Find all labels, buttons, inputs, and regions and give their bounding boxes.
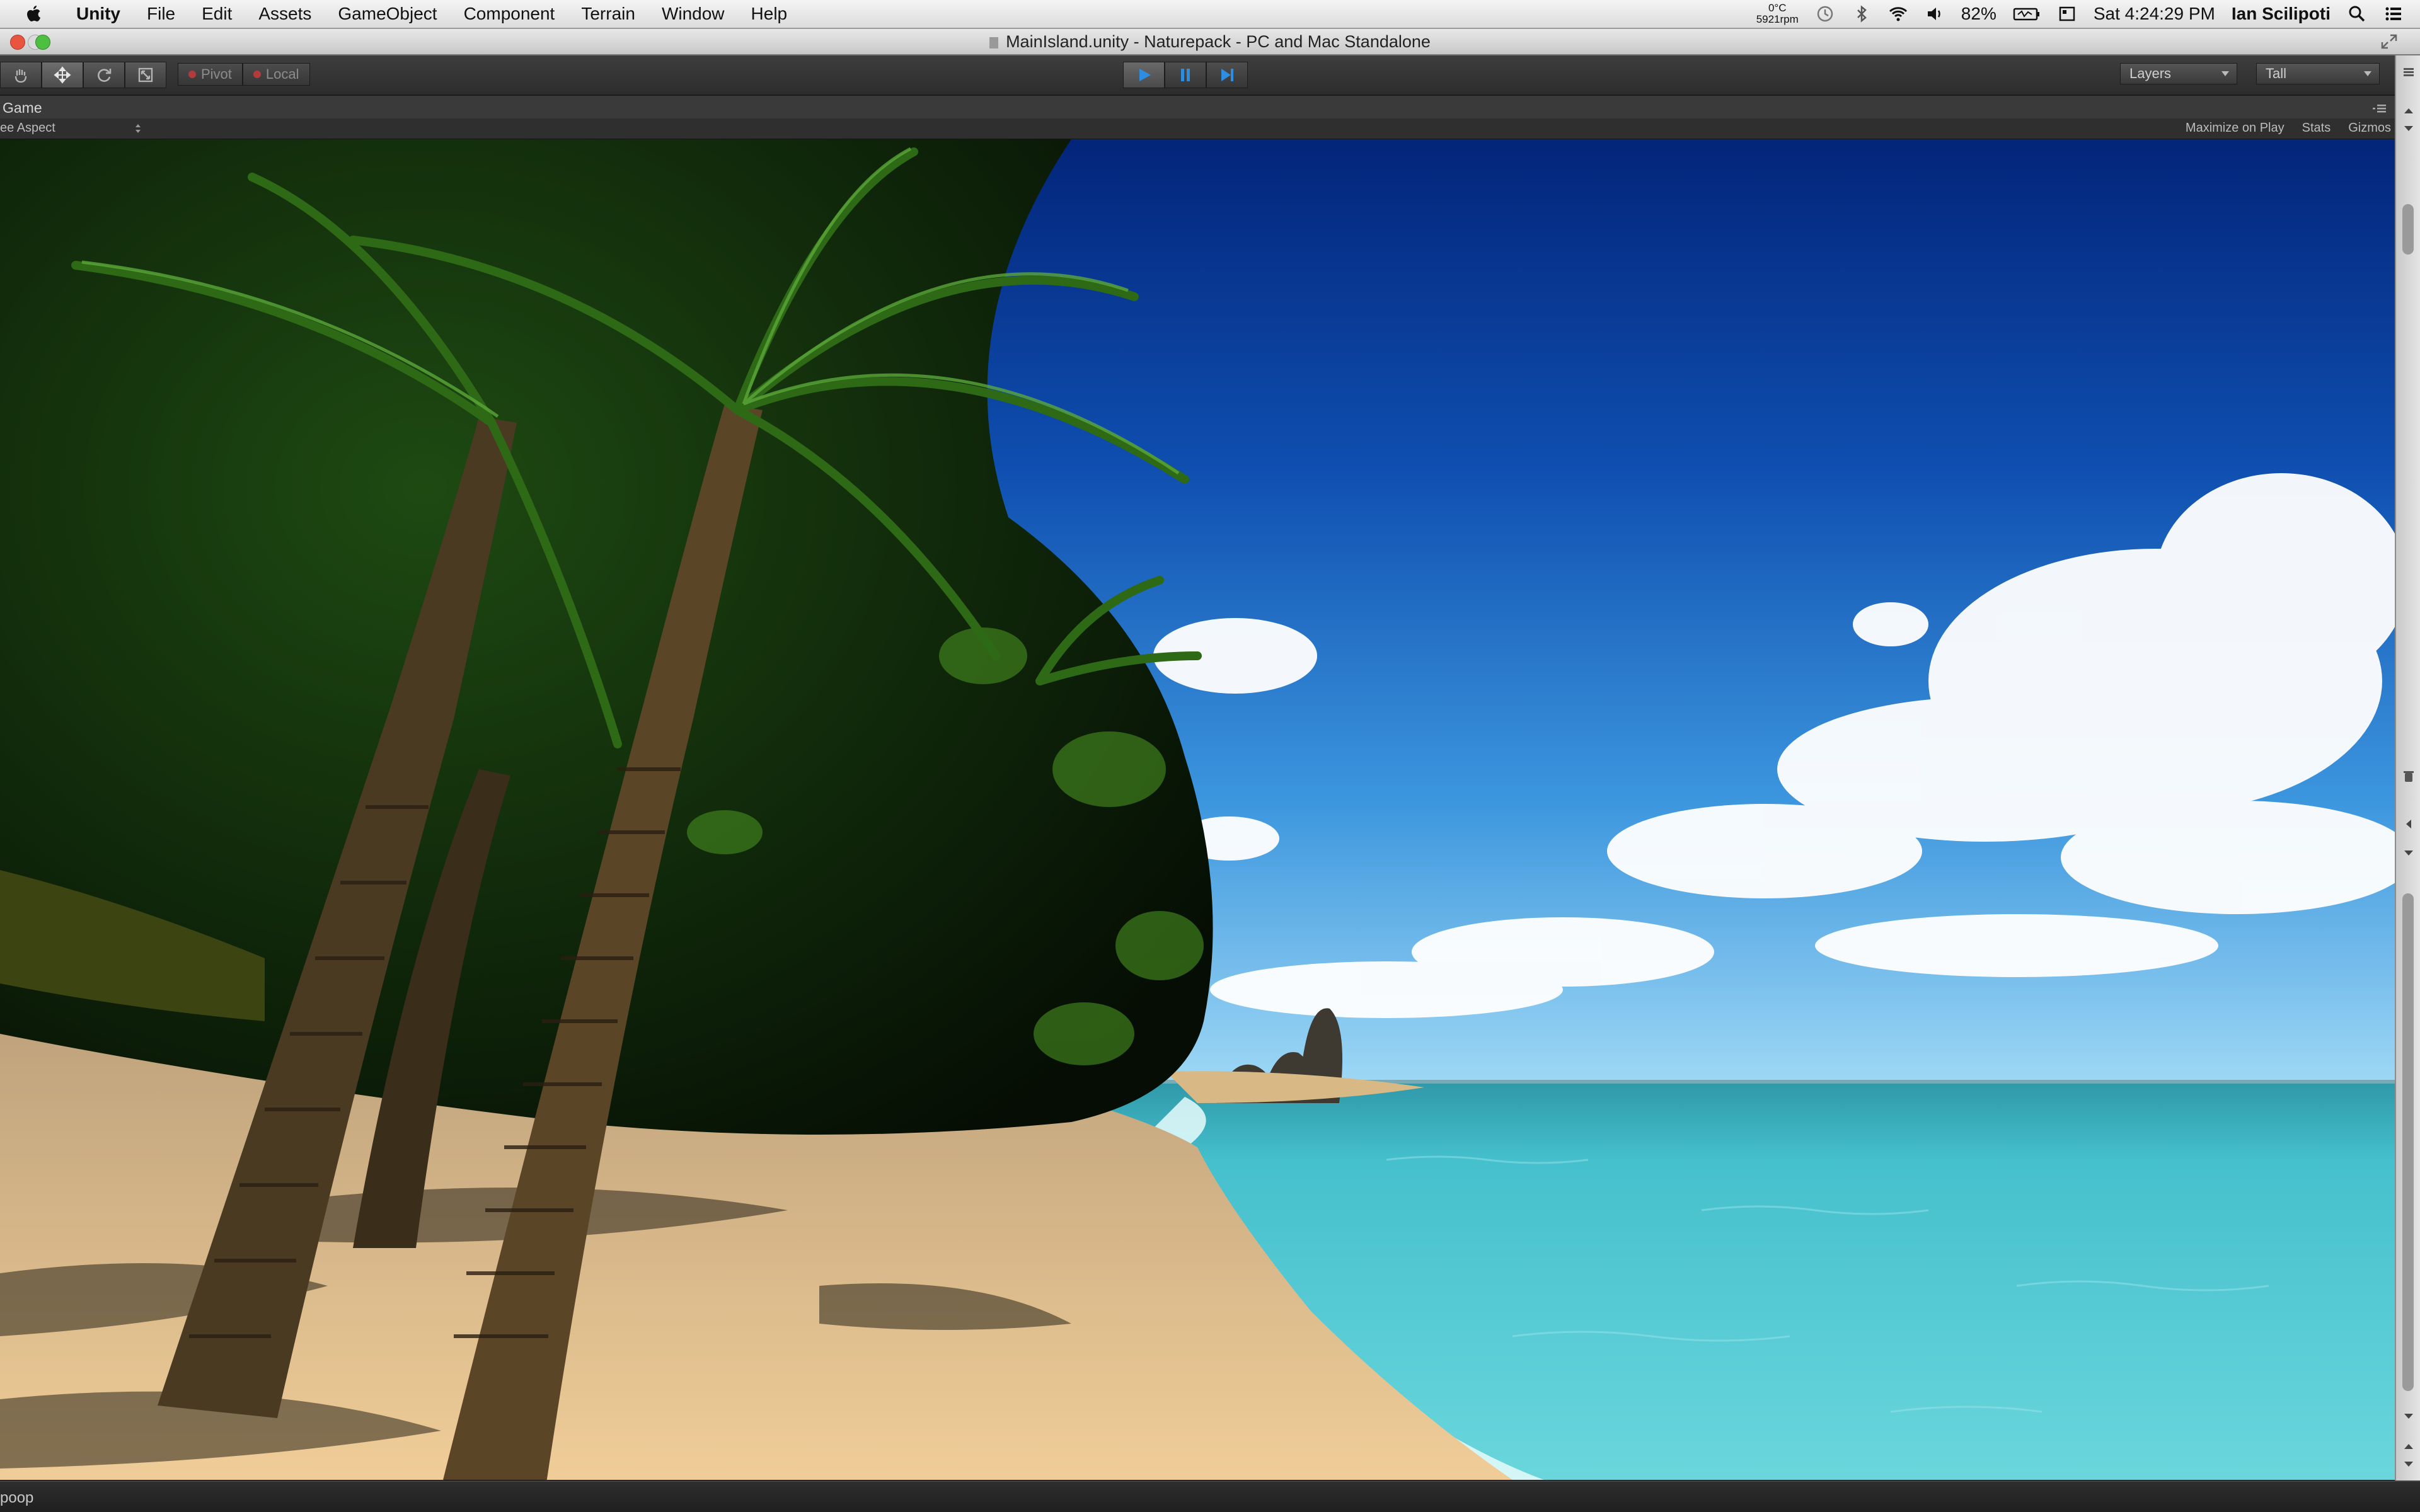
fan-speed-readout: 5921rpm (1756, 13, 1799, 25)
play-button[interactable] (1123, 62, 1165, 88)
game-viewport[interactable] (0, 139, 2395, 1480)
chevron-down-icon[interactable] (2401, 1457, 2416, 1472)
tab-game[interactable]: Game (3, 100, 42, 117)
volume-icon[interactable] (1925, 4, 1945, 24)
aspect-dropdown[interactable]: ee Aspect (0, 121, 55, 135)
play-controls (1123, 62, 1248, 88)
chevron-down-icon[interactable] (2401, 1409, 2416, 1424)
game-view-tabbar: Game (0, 96, 2395, 119)
bluetooth-icon[interactable] (1852, 4, 1872, 24)
scale-icon (138, 67, 153, 83)
inspector-scroll-strip[interactable] (2395, 55, 2420, 1480)
menubar-user-name[interactable]: Ian Scilipoti (2232, 4, 2331, 24)
document-icon (989, 37, 999, 49)
move-icon (54, 66, 71, 84)
wifi-icon[interactable] (1888, 4, 1908, 24)
panel-menu-icon[interactable] (2372, 103, 2387, 113)
game-view-options: ee Aspect Maximize on Play Stats Gizmos (0, 118, 2395, 139)
scrollbar-thumb-lower[interactable] (2402, 893, 2414, 1391)
menu-component[interactable]: Component (451, 4, 568, 24)
battery-percent[interactable]: 82% (1961, 4, 1997, 24)
pause-icon (1181, 69, 1190, 81)
scale-tool-button[interactable] (125, 62, 166, 88)
layers-dropdown[interactable]: Layers (2120, 63, 2237, 84)
battery-icon[interactable] (2013, 4, 2041, 24)
time-machine-icon[interactable] (1815, 4, 1835, 24)
step-icon (1221, 69, 1233, 81)
menu-file[interactable]: File (134, 4, 188, 24)
input-menu-icon[interactable] (2057, 4, 2077, 24)
chevron-up-icon[interactable] (2401, 1439, 2416, 1454)
transform-tools (0, 62, 166, 88)
pivot-label: Pivot (201, 66, 232, 82)
unity-status-bar[interactable]: poop (0, 1480, 2420, 1512)
unity-toolbar: Pivot Local Layers Tall (0, 55, 2420, 96)
menubar-clock[interactable]: Sat 4:24:29 PM (2094, 4, 2215, 24)
panel-menu-icon[interactable] (2401, 64, 2416, 79)
move-tool-button[interactable] (42, 62, 83, 88)
menu-assets[interactable]: Assets (245, 4, 325, 24)
chevron-left-icon[interactable] (2401, 816, 2416, 832)
trash-icon[interactable] (2401, 769, 2416, 784)
chevron-up-icon[interactable] (2401, 103, 2416, 118)
hand-icon (14, 69, 27, 83)
scrollbar-thumb[interactable] (2402, 204, 2414, 255)
local-icon (253, 71, 261, 78)
menu-edit[interactable]: Edit (188, 4, 245, 24)
chevron-down-icon[interactable] (2401, 845, 2416, 861)
island-scene (0, 139, 2395, 1480)
chevron-down-icon (2221, 71, 2229, 76)
notification-center-icon[interactable] (2383, 4, 2404, 24)
play-icon (1139, 69, 1151, 81)
pivot-toggle[interactable]: Pivot (178, 63, 243, 86)
apple-icon[interactable] (23, 3, 44, 25)
layout-label: Tall (2266, 66, 2287, 81)
gizmos-dropdown[interactable]: Gizmos (2348, 121, 2391, 135)
menu-window[interactable]: Window (648, 4, 738, 24)
menu-app-unity[interactable]: Unity (63, 4, 134, 24)
updown-arrows-icon (135, 124, 141, 133)
layers-label: Layers (2129, 66, 2172, 81)
rotate-tool-button[interactable] (83, 62, 125, 88)
screen: Unity File Edit Assets GameObject Compon… (0, 0, 2420, 1512)
temperature-readout: 0°C (1768, 2, 1787, 14)
console-last-message[interactable]: poop (0, 1489, 33, 1507)
maximize-on-play-toggle[interactable]: Maximize on Play (2186, 121, 2285, 135)
handle-toggles: Pivot Local (178, 63, 310, 86)
mac-menubar: Unity File Edit Assets GameObject Compon… (0, 0, 2420, 29)
rotate-icon (98, 69, 112, 82)
menu-terrain[interactable]: Terrain (568, 4, 648, 24)
spotlight-search-icon[interactable] (2347, 4, 2367, 24)
fullscreen-icon[interactable] (2380, 33, 2399, 50)
stats-toggle[interactable]: Stats (2302, 121, 2331, 135)
local-toggle[interactable]: Local (242, 63, 310, 86)
window-titlebar[interactable]: MainIsland.unity - Naturepack - PC and M… (0, 29, 2420, 55)
window-title: MainIsland.unity - Naturepack - PC and M… (1006, 32, 1431, 51)
temperature-monitor[interactable]: 0°C 5921rpm (1756, 3, 1799, 25)
layout-dropdown[interactable]: Tall (2256, 63, 2380, 84)
step-button[interactable] (1206, 62, 1248, 88)
chevron-down-icon[interactable] (2401, 121, 2416, 136)
chevron-down-icon (2364, 71, 2371, 76)
hand-tool-button[interactable] (0, 62, 42, 88)
menu-help[interactable]: Help (738, 4, 801, 24)
menu-gameobject[interactable]: GameObject (325, 4, 450, 24)
pause-button[interactable] (1165, 62, 1206, 88)
game-view-toggles: Maximize on Play Stats Gizmos (2168, 121, 2391, 135)
local-label: Local (265, 66, 299, 82)
menubar-status-area: 0°C 5921rpm 82% Sat 4:24:29 PM Ian Scili… (1756, 0, 2420, 28)
window-title-container: MainIsland.unity - Naturepack - PC and M… (0, 32, 2420, 52)
pivot-icon (188, 71, 196, 78)
